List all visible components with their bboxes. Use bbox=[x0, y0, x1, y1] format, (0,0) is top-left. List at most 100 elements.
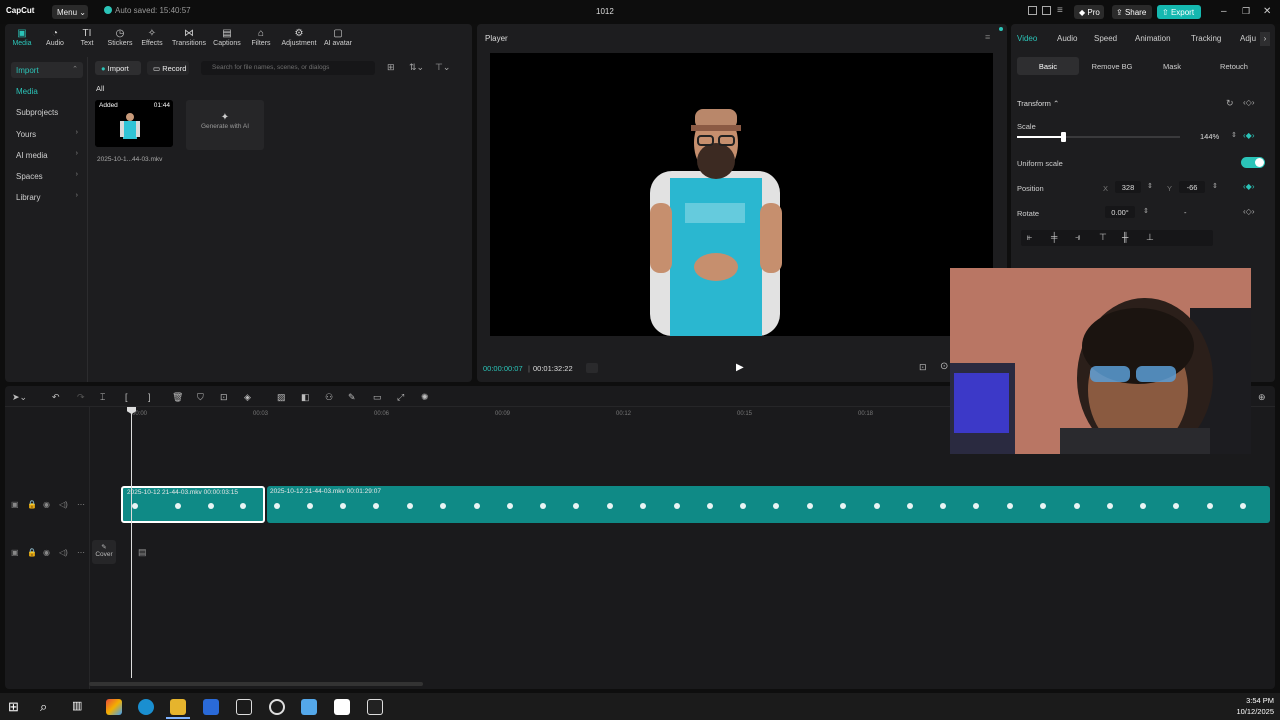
tab-audio[interactable]: Audio bbox=[1057, 34, 1077, 43]
tab-speed[interactable]: Speed bbox=[1094, 34, 1117, 43]
tool-transitions[interactable]: ⋈ Transitions bbox=[169, 28, 209, 47]
nav-subprojects[interactable]: Subprojects bbox=[11, 104, 83, 120]
menu-button[interactable]: Menu ⌄ bbox=[52, 5, 88, 19]
file-explorer-icon[interactable] bbox=[170, 699, 186, 715]
video-preview[interactable] bbox=[490, 53, 993, 336]
tab-video[interactable]: Video bbox=[1017, 34, 1037, 43]
search-icon[interactable]: ⌕ bbox=[40, 699, 56, 715]
freeze-icon[interactable]: ▨ bbox=[277, 392, 286, 403]
stepper-icon[interactable]: ⇕ bbox=[1231, 131, 1237, 139]
capcut-taskbar-icon[interactable] bbox=[334, 699, 350, 715]
undo-icon[interactable]: ↶ bbox=[52, 392, 60, 403]
position-x-input[interactable]: 328 bbox=[1115, 181, 1141, 193]
generate-with-ai-card[interactable]: ✦ Generate with AI bbox=[186, 100, 264, 150]
redo-icon[interactable]: ↷ bbox=[77, 392, 85, 403]
keyframe-active-icon[interactable]: ‹◆› bbox=[1243, 182, 1254, 191]
play-icon[interactable]: ▶ bbox=[736, 362, 744, 373]
maximize-icon[interactable]: ❐ bbox=[1242, 6, 1250, 17]
eye-icon[interactable]: ◉ bbox=[43, 500, 50, 509]
volume-icon[interactable]: ◁) bbox=[59, 548, 68, 557]
marker-icon[interactable]: ⛉ bbox=[197, 392, 204, 403]
record-button[interactable]: ▭ Record bbox=[147, 61, 189, 75]
tab-animation[interactable]: Animation bbox=[1135, 34, 1171, 43]
position-y-input[interactable]: -66 bbox=[1179, 181, 1205, 193]
tabs-next-icon[interactable]: › bbox=[1260, 32, 1270, 46]
crop-icon[interactable]: ⊡ bbox=[220, 392, 228, 403]
edge-browser-icon[interactable] bbox=[138, 699, 154, 715]
shortcuts-icon[interactable] bbox=[1042, 6, 1051, 15]
tool-effects[interactable]: ✧ Effects bbox=[132, 28, 172, 47]
media-clip-thumbnail[interactable]: Added 01:44 bbox=[95, 100, 173, 147]
eye-icon[interactable]: ◉ bbox=[43, 548, 50, 557]
scale-value[interactable]: 144% bbox=[1200, 132, 1219, 141]
layout-icon[interactable] bbox=[1028, 6, 1037, 15]
playhead[interactable] bbox=[131, 408, 132, 678]
tab-adjust[interactable]: Adju bbox=[1240, 34, 1256, 43]
player-menu-icon[interactable]: ≡ bbox=[985, 32, 990, 42]
split-left-icon[interactable]: [ bbox=[125, 392, 128, 402]
subtab-mask[interactable]: Mask bbox=[1141, 57, 1203, 75]
tab-tracking[interactable]: Tracking bbox=[1191, 34, 1221, 43]
tool-filters[interactable]: ⌂ Filters bbox=[241, 28, 281, 47]
resize-icon[interactable]: ⤢ bbox=[397, 392, 404, 403]
stepper-icon[interactable]: ⇕ bbox=[1147, 182, 1153, 190]
uniform-scale-toggle[interactable] bbox=[1241, 157, 1265, 168]
tool-ai-avatar[interactable]: ▢ AI avatar bbox=[318, 28, 358, 47]
align-top-icon[interactable]: ⊤ bbox=[1099, 232, 1107, 243]
timeline-scrollbar[interactable] bbox=[89, 682, 423, 686]
task-view-icon[interactable]: ▥ bbox=[72, 699, 88, 715]
align-middle-icon[interactable]: ╫ bbox=[1122, 232, 1128, 242]
ai-edit-icon[interactable]: ✺ bbox=[421, 392, 429, 403]
subtab-retouch[interactable]: Retouch bbox=[1203, 57, 1265, 75]
rotate-input[interactable]: 0.00° bbox=[1105, 206, 1135, 218]
add-track-icon[interactable]: ⊕ bbox=[1258, 392, 1266, 403]
align-right-icon[interactable]: ⫣ bbox=[1075, 232, 1080, 243]
nav-ai-media[interactable]: AI media › bbox=[11, 147, 83, 163]
app-icon[interactable] bbox=[301, 699, 317, 715]
cursor-select-icon[interactable]: ➤⌄ bbox=[12, 392, 27, 403]
mirror-icon[interactable]: ◧ bbox=[301, 392, 310, 403]
volume-icon[interactable]: ◁) bbox=[59, 500, 68, 509]
more-icon[interactable]: ⋯ bbox=[77, 548, 85, 557]
lock-icon[interactable]: 🔒 bbox=[27, 500, 37, 509]
stepper-icon[interactable]: ⇕ bbox=[1212, 182, 1218, 190]
timecode-toggle[interactable] bbox=[586, 363, 598, 373]
export-button[interactable]: ⇧ Export bbox=[1157, 5, 1201, 19]
scale-slider[interactable] bbox=[1017, 132, 1180, 142]
filter-icon[interactable]: ⊤⌄ bbox=[435, 62, 450, 73]
store-icon[interactable] bbox=[203, 699, 219, 715]
lock-icon[interactable]: 🔒 bbox=[27, 548, 37, 557]
caption-icon[interactable]: ▭ bbox=[373, 392, 382, 403]
grid-view-icon[interactable]: ⊞ bbox=[387, 62, 395, 73]
keyframe-active-icon[interactable]: ‹◆› bbox=[1243, 131, 1254, 140]
menu-list-icon[interactable]: ≡ bbox=[1057, 5, 1063, 16]
align-center-icon[interactable]: ╪ bbox=[1051, 232, 1057, 242]
clapper-icon[interactable] bbox=[367, 699, 383, 715]
speed-icon[interactable]: ◈ bbox=[244, 392, 251, 403]
close-icon[interactable]: ✕ bbox=[1263, 6, 1271, 17]
nav-yours[interactable]: Yours › bbox=[11, 126, 83, 142]
magic-icon[interactable]: ✎ bbox=[348, 392, 356, 403]
zoom-icon[interactable]: ⊙ bbox=[940, 361, 948, 372]
windows-start-icon[interactable]: ⊞ bbox=[8, 699, 24, 715]
nav-media[interactable]: Media bbox=[11, 83, 83, 99]
subtab-remove-bg[interactable]: Remove BG bbox=[1081, 57, 1143, 75]
split-icon[interactable]: ⌶ bbox=[100, 392, 105, 403]
sort-icon[interactable]: ⇅⌄ bbox=[409, 62, 424, 73]
tool-adjustment[interactable]: ⚙ Adjustment bbox=[279, 28, 319, 47]
more-icon[interactable]: ⋯ bbox=[77, 500, 85, 509]
ratio-icon[interactable]: ⊡ bbox=[919, 362, 927, 373]
cover-button[interactable]: ✎ Cover bbox=[92, 540, 116, 564]
subtab-basic[interactable]: Basic bbox=[1017, 57, 1079, 75]
keyframe-icon[interactable]: ‹◇› bbox=[1243, 98, 1254, 107]
person-icon[interactable]: ⚇ bbox=[325, 392, 333, 403]
align-bottom-icon[interactable]: ⊥ bbox=[1146, 232, 1154, 243]
nav-import[interactable]: Import ⌃ bbox=[11, 62, 83, 78]
section-transform[interactable]: Transform ⌃ bbox=[1017, 99, 1059, 108]
filter-all[interactable]: All bbox=[96, 84, 104, 93]
nav-library[interactable]: Library › bbox=[11, 189, 83, 205]
nav-spaces[interactable]: Spaces › bbox=[11, 168, 83, 184]
share-button[interactable]: ⇪ Share bbox=[1112, 5, 1152, 19]
search-input[interactable]: Search for file names, scenes, or dialog… bbox=[201, 61, 375, 75]
pro-button[interactable]: ◆ Pro bbox=[1074, 5, 1104, 19]
